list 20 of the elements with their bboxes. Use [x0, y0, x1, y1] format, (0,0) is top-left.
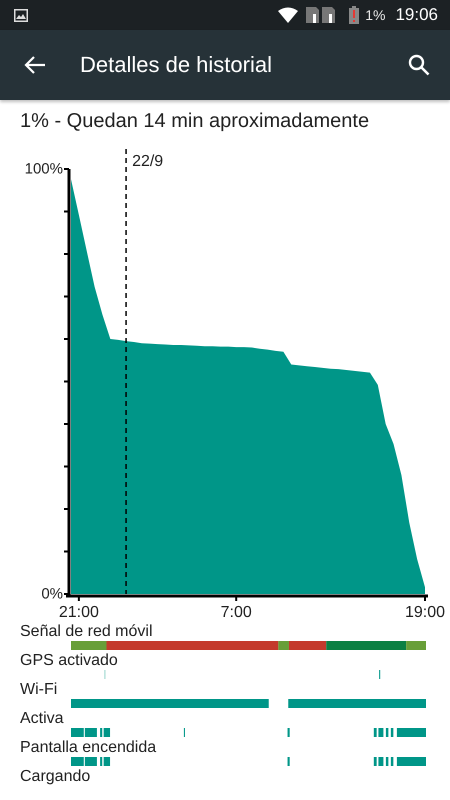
- track-label: GPS activado: [19, 651, 118, 670]
- wifi-icon: [277, 7, 300, 23]
- battery-percent: 1%: [365, 7, 386, 23]
- track-label: Activa: [19, 709, 64, 728]
- y-tick-label: 100%: [24, 160, 63, 178]
- date-label: 22/9: [132, 153, 164, 170]
- y-tick-label: 0%: [41, 586, 63, 602]
- track-label: Cargando: [19, 767, 90, 786]
- x-tick-label: 7:00: [220, 604, 252, 621]
- track-label: Wi-Fi: [19, 680, 58, 699]
- track-label: Señal de red móvil: [19, 622, 153, 641]
- screen-title: Detalles de historial: [80, 52, 273, 78]
- sim-cards-icon: [305, 6, 338, 24]
- track-label: Pantalla encendida: [19, 738, 156, 757]
- battery-summary: 1% - Quedan 14 min aproximadamente: [19, 109, 370, 134]
- x-tick-label: 21:00: [58, 604, 99, 621]
- battery-low-icon: [349, 6, 360, 24]
- image-icon: [14, 8, 28, 22]
- x-tick-label: 19:00: [404, 604, 446, 621]
- clock: 19:06: [395, 5, 438, 25]
